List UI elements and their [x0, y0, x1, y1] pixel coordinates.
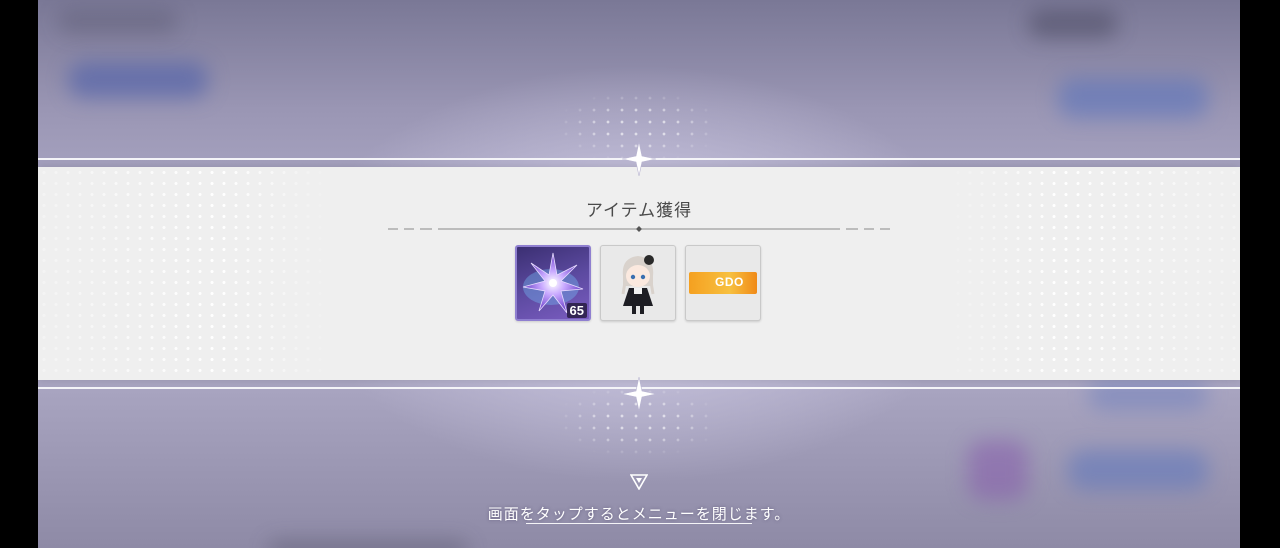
- close-hint-text: 画面をタップするとメニューを閉じます。: [487, 505, 791, 523]
- triangle-down-icon: [630, 474, 648, 490]
- item-quantity: 65: [566, 303, 587, 318]
- reward-overlay[interactable]: アイテム獲得 65 GDO 画面をタップするとメニューを閉じます。: [38, 0, 1240, 548]
- gdo-ticket-icon: GDO: [689, 272, 757, 294]
- item-acquired-panel: アイテム獲得 65 GDO: [38, 167, 1240, 380]
- letterbox-left: [0, 0, 38, 548]
- reward-item-list: 65 GDO: [515, 245, 761, 321]
- star-ornament-icon: [622, 142, 656, 176]
- blurred-background-text: [268, 540, 468, 548]
- reward-item-crystal[interactable]: 65: [515, 245, 591, 321]
- letterbox-right: [1240, 0, 1280, 548]
- close-hint-area[interactable]: 画面をタップするとメニューを閉じます。: [38, 474, 1240, 534]
- blurred-background-button: [1088, 380, 1208, 410]
- chibi-character-icon: [621, 255, 655, 314]
- reward-item-character[interactable]: [600, 245, 676, 321]
- blurred-background-button: [68, 62, 208, 98]
- blurred-background-header: [1028, 10, 1118, 38]
- blurred-background-button: [1058, 78, 1208, 118]
- ticket-label: GDO: [715, 275, 744, 289]
- star-ornament-icon: [622, 377, 656, 411]
- close-hint-underline: [526, 523, 752, 524]
- title-divider: [388, 226, 890, 232]
- panel-title: アイテム獲得: [585, 201, 693, 221]
- reward-item-ticket[interactable]: GDO: [685, 245, 761, 321]
- blurred-background-header: [58, 10, 178, 34]
